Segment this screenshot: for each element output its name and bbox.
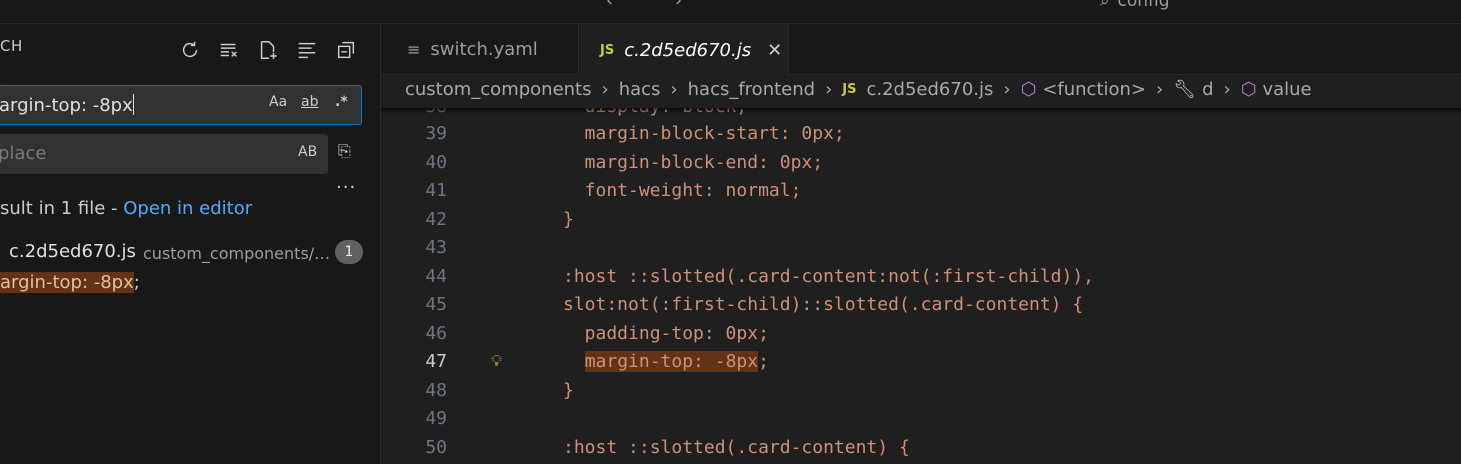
list-lines-icon: ≡ bbox=[407, 40, 421, 59]
breadcrumb-item[interactable]: d bbox=[1202, 79, 1213, 100]
js-file-icon: JS bbox=[600, 42, 615, 58]
view-as-tree-icon[interactable] bbox=[293, 36, 321, 64]
tab-switch-yaml[interactable]: ≡ switch.yaml bbox=[381, 24, 579, 75]
match-count-badge: 1 bbox=[335, 240, 363, 264]
nav-arrows[interactable]: ‹ › bbox=[606, 0, 710, 11]
new-search-editor-icon[interactable] bbox=[254, 36, 282, 64]
close-icon[interactable]: ✕ bbox=[767, 40, 782, 61]
sidebar-actions bbox=[176, 36, 360, 64]
code-line: 48} bbox=[425, 380, 574, 401]
code-line-active: 47 💡︎ margin-top: -8px; bbox=[425, 351, 769, 372]
code-editor[interactable]: 38 display: block; 39 margin-block-start… bbox=[381, 108, 1461, 464]
result-match-row[interactable]: argin-top: -8px; bbox=[0, 272, 140, 293]
clear-results-icon[interactable] bbox=[215, 36, 243, 64]
chevron-right-icon: › bbox=[601, 79, 609, 100]
code-line: 44:host ::slotted(.card-content:not(:fir… bbox=[425, 266, 1095, 287]
cube-icon: ⬡ bbox=[1240, 79, 1257, 100]
code-line: 50:host ::slotted(.card-content) { bbox=[425, 437, 910, 458]
scroll-shadow bbox=[381, 108, 1461, 114]
code-line: 43 bbox=[425, 237, 447, 258]
result-file-row[interactable]: c.2d5ed670.js custom_components/hacs/hac… bbox=[0, 239, 372, 267]
refresh-icon[interactable] bbox=[176, 36, 204, 64]
code-line: 39 margin-block-start: 0px; bbox=[425, 123, 845, 144]
code-line: 42} bbox=[425, 209, 574, 230]
breadcrumb-item[interactable]: custom_components bbox=[405, 79, 592, 100]
sidebar-title: CH bbox=[0, 37, 23, 55]
text-cursor bbox=[132, 94, 134, 115]
replace-all-icon[interactable]: ⎘ bbox=[338, 141, 351, 161]
search-match-highlight: margin-top: -8px bbox=[584, 351, 759, 372]
open-in-editor-link[interactable]: Open in editor bbox=[123, 198, 252, 219]
code-line: 45 slot:not(:first-child)::slotted(.card-… bbox=[425, 294, 1084, 315]
lightbulb-icon[interactable]: 💡︎ bbox=[491, 351, 502, 371]
chevron-right-icon: › bbox=[1003, 79, 1011, 100]
search-input[interactable]: argin-top: -8px Aa ab .* bbox=[0, 85, 362, 125]
more-options-icon[interactable]: ··· bbox=[336, 177, 356, 198]
collapse-all-icon[interactable] bbox=[332, 36, 360, 64]
chevron-right-icon: › bbox=[670, 79, 678, 100]
breadcrumb-item[interactable]: hacs bbox=[619, 79, 661, 100]
tab-c-js[interactable]: JS c.2d5ed670.js ✕ bbox=[580, 24, 789, 76]
preserve-case-toggle[interactable]: AB bbox=[298, 144, 317, 160]
breadcrumb-item[interactable]: hacs_frontend bbox=[688, 79, 815, 100]
result-file-path: custom_components/hacs/hacs_frontend bbox=[143, 244, 331, 263]
code-line: 41 font-weight: normal; bbox=[425, 180, 802, 201]
search-icon: ⌕ bbox=[1100, 0, 1110, 11]
chevron-right-icon: › bbox=[1223, 79, 1231, 100]
search-sidebar: CH argin-top: -8px Aa ab .* place AB ⎘ ·… bbox=[0, 24, 381, 464]
command-center[interactable]: ⌕ config bbox=[1100, 0, 1170, 11]
title-bar: ‹ › ⌕ config bbox=[0, 0, 1461, 24]
editor-tabs: ≡ switch.yaml JS c.2d5ed670.js ✕ bbox=[381, 24, 1461, 76]
regex-toggle[interactable]: .* bbox=[335, 94, 348, 110]
breadcrumb-item[interactable]: value bbox=[1262, 79, 1311, 100]
js-file-icon: JS bbox=[842, 82, 857, 97]
code-line: 40 margin-block-end: 0px; bbox=[425, 152, 824, 173]
result-file-name: c.2d5ed670.js bbox=[9, 241, 136, 262]
chevron-right-icon: › bbox=[825, 79, 833, 100]
chevron-right-icon: › bbox=[1156, 79, 1164, 100]
match-whole-word-toggle[interactable]: ab bbox=[301, 94, 318, 110]
breadcrumb-item[interactable]: <function> bbox=[1042, 79, 1146, 100]
wrench-icon: 🔧︎ bbox=[1173, 79, 1197, 100]
breadcrumb-item[interactable]: c.2d5ed670.js bbox=[866, 79, 993, 100]
code-line: 49 bbox=[425, 408, 447, 429]
breadcrumb: custom_components › hacs › hacs_frontend › … bbox=[405, 79, 1312, 100]
match-case-toggle[interactable]: Aa bbox=[269, 94, 287, 110]
replace-input[interactable]: place AB bbox=[0, 134, 328, 174]
result-message: sult in 1 file - Open in editor bbox=[0, 198, 253, 219]
cube-icon: ⬡ bbox=[1020, 79, 1037, 100]
code-line: 46 padding-top: 0px; bbox=[425, 323, 769, 344]
